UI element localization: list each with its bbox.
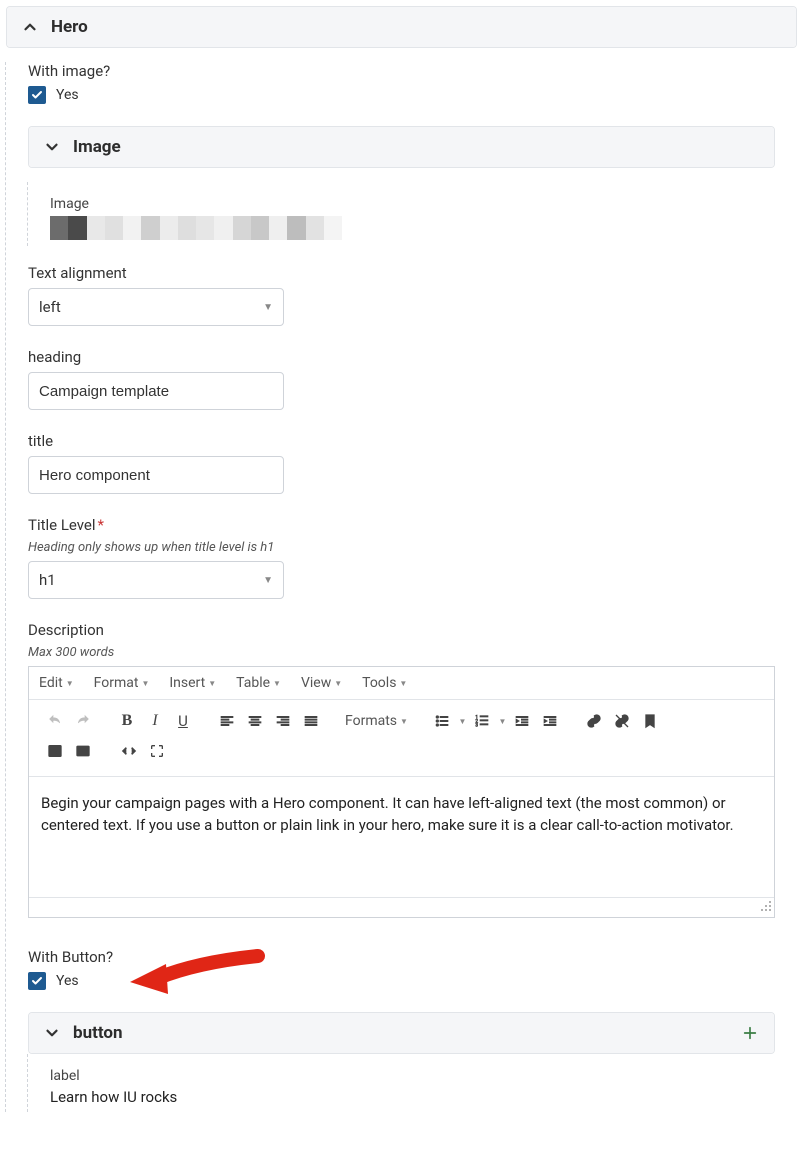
add-button[interactable]: [740, 1023, 760, 1043]
hero-panel-header[interactable]: Hero: [7, 7, 796, 47]
rich-text-editor: Edit▼ Format▼ Insert▼ Table▼ View▼ Tools…: [28, 666, 775, 918]
svg-text:3: 3: [475, 722, 478, 728]
editor-menubar: Edit▼ Format▼ Insert▼ Table▼ View▼ Tools…: [29, 667, 774, 700]
text-alignment-select[interactable]: left ▼: [28, 288, 284, 326]
numbered-list-icon[interactable]: 123: [468, 706, 496, 736]
image-subpanel: Image: [28, 126, 775, 168]
align-right-icon[interactable]: [269, 706, 297, 736]
italic-icon[interactable]: I: [141, 706, 169, 736]
editor-toolbar-row1: B I U Formats▼ ▼: [29, 700, 774, 777]
formats-dropdown[interactable]: Formats▼: [341, 713, 412, 729]
title-field: title: [28, 432, 775, 494]
required-asterisk: *: [98, 516, 104, 534]
caret-down-icon: ▼: [263, 302, 273, 313]
bold-icon[interactable]: B: [113, 706, 141, 736]
source-code-icon[interactable]: [115, 736, 143, 766]
button-subpanel-title: button: [73, 1023, 123, 1043]
menu-format[interactable]: Format▼: [94, 675, 150, 691]
description-field: Description Max 300 words Edit▼ Format▼ …: [28, 621, 775, 918]
align-left-icon[interactable]: [213, 706, 241, 736]
editor-content[interactable]: Begin your campaign pages with a Hero co…: [29, 777, 774, 897]
image-thumbnail[interactable]: [50, 216, 342, 240]
text-alignment-field: Text alignment left ▼: [28, 264, 775, 326]
menu-edit[interactable]: Edit▼: [39, 675, 74, 691]
title-input[interactable]: [28, 456, 284, 494]
chevron-down-icon: [43, 138, 61, 156]
redo-icon[interactable]: [69, 706, 97, 736]
fullscreen-icon[interactable]: [143, 736, 171, 766]
chevron-up-icon: [21, 18, 39, 36]
media-icon[interactable]: [69, 736, 97, 766]
menu-insert[interactable]: Insert▼: [169, 675, 216, 691]
with-button-yes: Yes: [56, 973, 79, 989]
align-justify-icon[interactable]: [297, 706, 325, 736]
heading-field: heading: [28, 348, 775, 410]
button-subpanel: button: [28, 1012, 775, 1054]
with-button-label: With Button?: [28, 948, 775, 966]
image-icon[interactable]: [41, 736, 69, 766]
text-alignment-label: Text alignment: [28, 264, 775, 282]
with-image-field: With image? Yes: [28, 62, 775, 104]
chevron-down-icon: [43, 1024, 61, 1042]
menu-tools[interactable]: Tools▼: [362, 675, 407, 691]
link-icon[interactable]: [580, 706, 608, 736]
title-level-value: h1: [39, 571, 56, 589]
description-help: Max 300 words: [28, 645, 775, 660]
with-button-field: With Button? Yes: [28, 948, 775, 990]
resize-grip-icon[interactable]: [760, 900, 772, 916]
title-level-field: Title Level* Heading only shows up when …: [28, 516, 775, 599]
heading-input[interactable]: [28, 372, 284, 410]
bullet-list-icon[interactable]: [428, 706, 456, 736]
numbered-list-caret[interactable]: ▼: [496, 706, 508, 736]
menu-table[interactable]: Table▼: [236, 675, 281, 691]
with-button-checkbox[interactable]: [28, 972, 46, 990]
description-label: Description: [28, 621, 775, 639]
title-level-help: Heading only shows up when title level i…: [28, 540, 775, 555]
title-label: title: [28, 432, 775, 450]
unlink-icon[interactable]: [608, 706, 636, 736]
editor-statusbar: [29, 897, 774, 917]
menu-view[interactable]: View▼: [301, 675, 342, 691]
bullet-list-caret[interactable]: ▼: [456, 706, 468, 736]
hero-panel: Hero: [6, 6, 797, 48]
caret-down-icon: ▼: [263, 575, 273, 586]
button-subpanel-header[interactable]: button: [29, 1013, 774, 1053]
title-level-select[interactable]: h1 ▼: [28, 561, 284, 599]
undo-icon[interactable]: [41, 706, 69, 736]
underline-icon[interactable]: U: [169, 706, 197, 736]
indent-icon[interactable]: [536, 706, 564, 736]
outdent-icon[interactable]: [508, 706, 536, 736]
button-label-field-label: label: [50, 1068, 753, 1084]
bookmark-icon[interactable]: [636, 706, 664, 736]
with-image-yes: Yes: [56, 87, 79, 103]
with-image-label: With image?: [28, 62, 775, 80]
with-image-checkbox[interactable]: [28, 86, 46, 104]
image-field-label: Image: [50, 196, 753, 212]
heading-label: heading: [28, 348, 775, 366]
image-subpanel-header[interactable]: Image: [29, 127, 774, 167]
button-label-value: Learn how IU rocks: [50, 1088, 753, 1106]
hero-panel-title: Hero: [51, 17, 88, 37]
image-subpanel-title: Image: [73, 137, 121, 157]
align-center-icon[interactable]: [241, 706, 269, 736]
title-level-label: Title Level*: [28, 516, 775, 534]
text-alignment-value: left: [39, 298, 61, 316]
